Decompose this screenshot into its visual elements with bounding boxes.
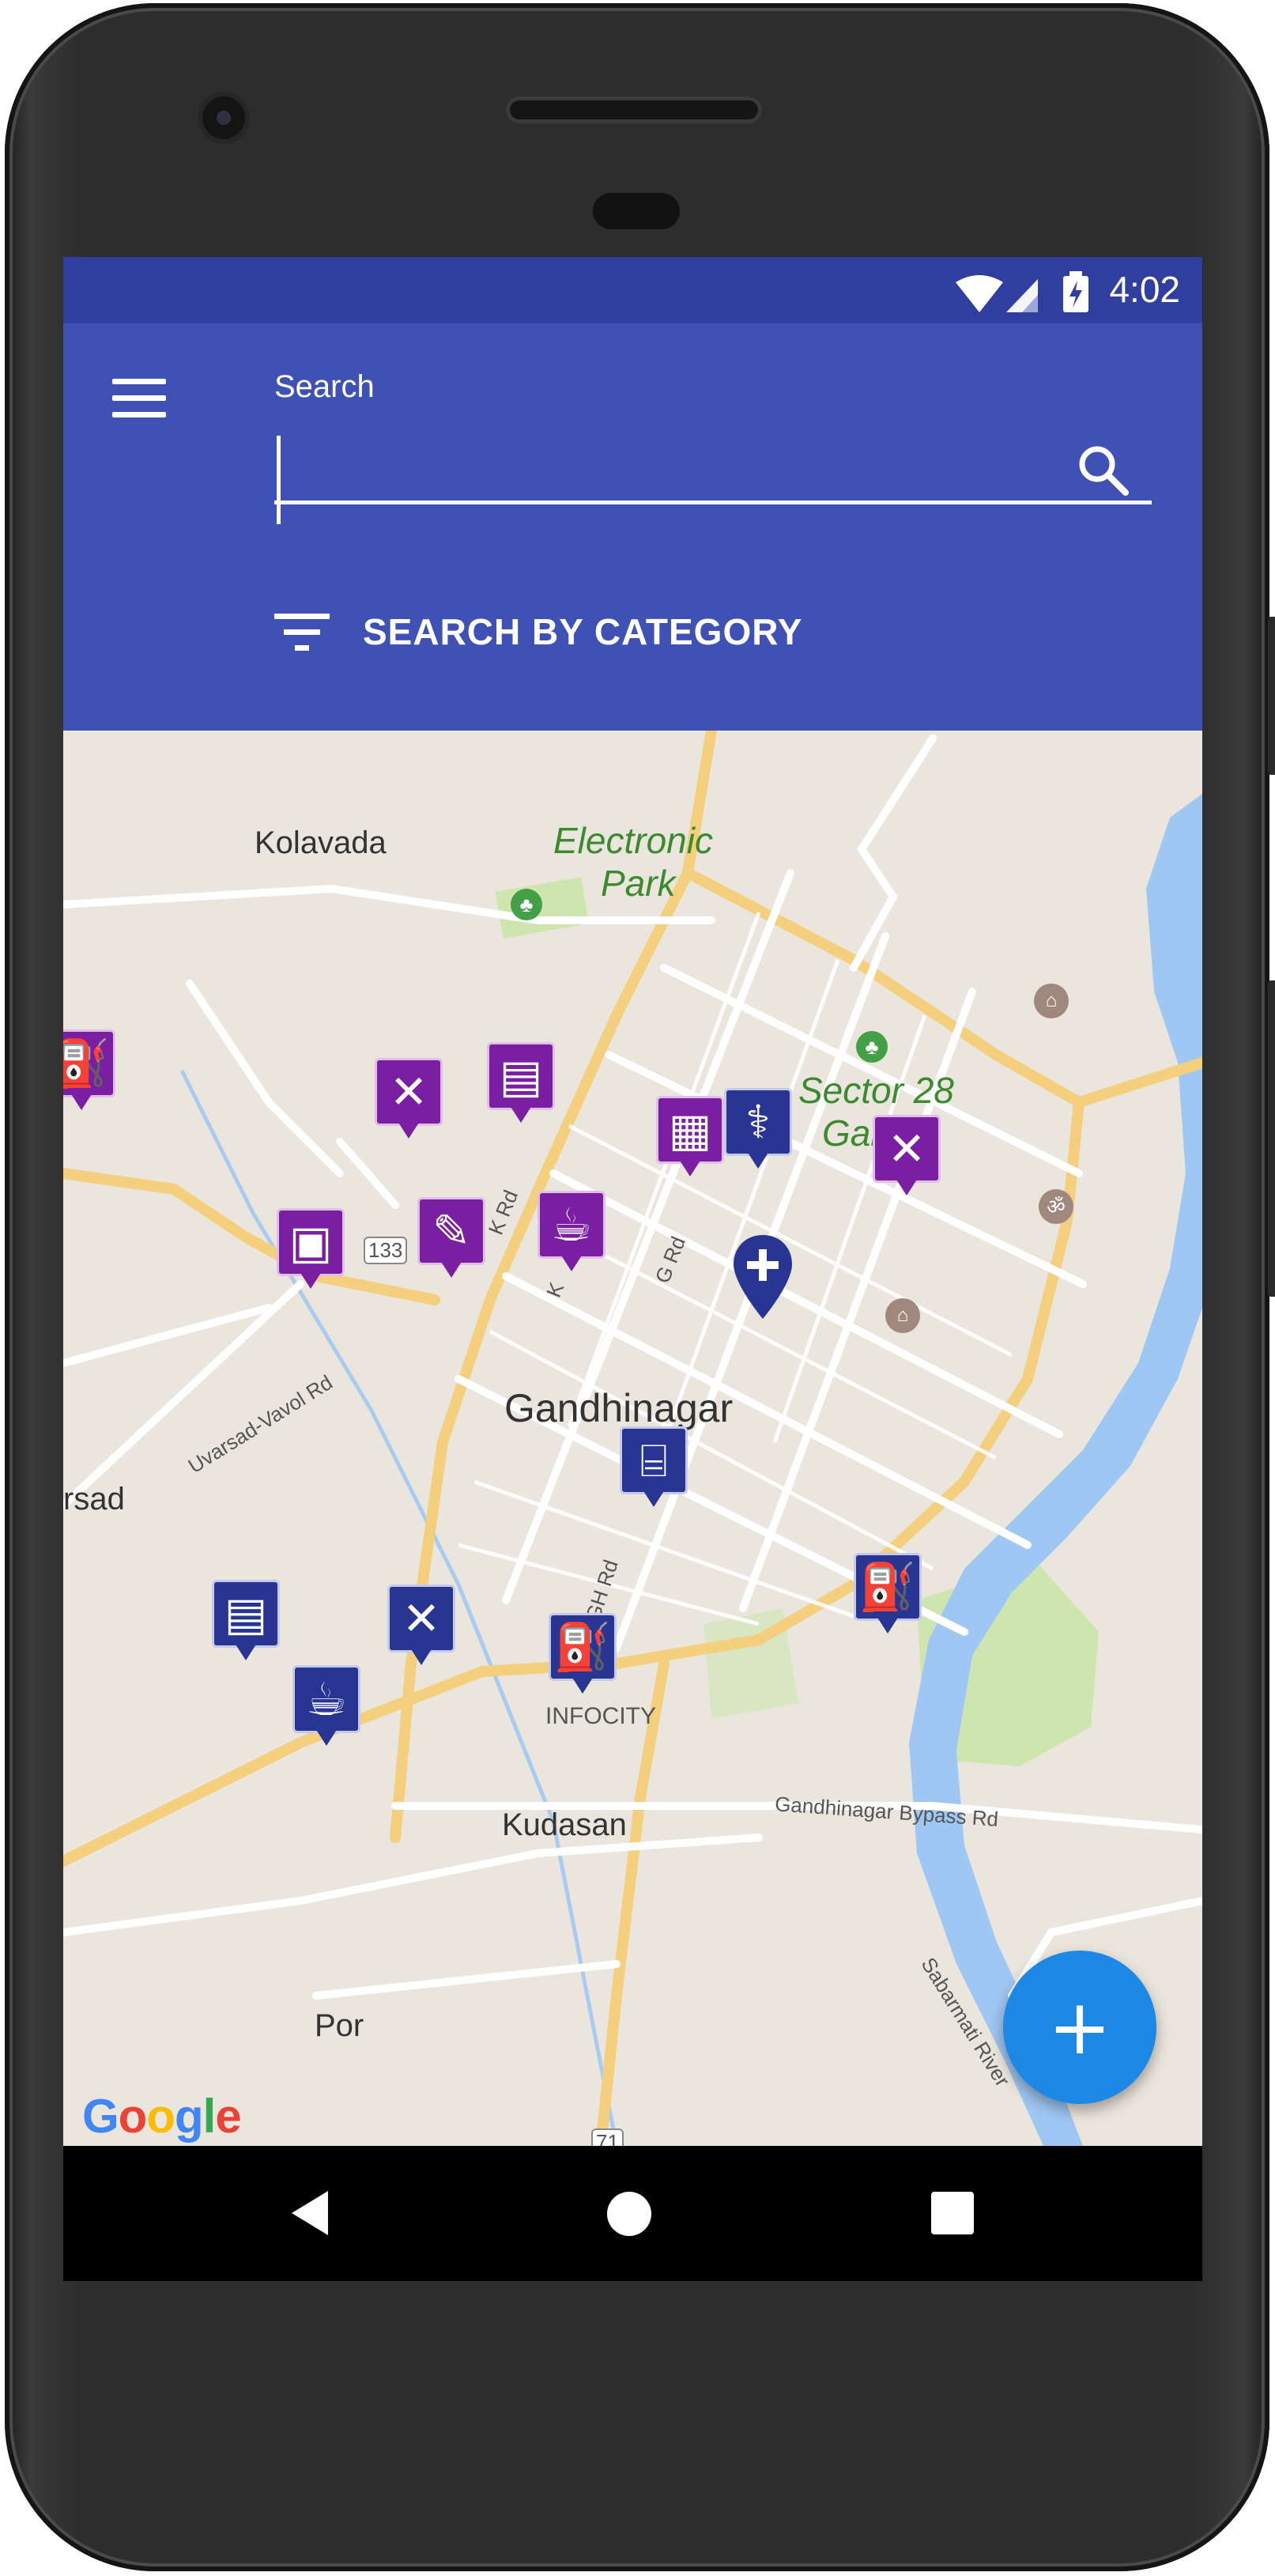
shopping-bag-icon: ▣ [289,1215,333,1269]
map-label-electronic-park-2: Park [601,863,676,904]
restaurant-icon: ✕ [402,1592,441,1645]
fuel-icon: ⛽ [858,1560,917,1614]
recents-icon[interactable] [931,2192,974,2234]
add-fab-button[interactable]: + [1003,1951,1156,2104]
home-icon[interactable] [607,2192,651,2236]
volume-button [1268,980,1275,1297]
bed-icon: ⌸ [639,1433,668,1487]
menu-icon [112,379,166,384]
cafe-marker[interactable]: ☕ [292,1665,360,1749]
status-bar: 4:02 [63,257,1202,323]
filter-icon [274,614,330,651]
landmark-poi-icon[interactable]: ⌂ [885,1298,920,1333]
fuel-icon: ⛽ [553,1620,612,1674]
fuel-marker[interactable]: ⛽ [854,1553,922,1637]
app-bar: Search SEARCH BY CATEGORY [63,323,1202,731]
map-label-por: Por [315,2008,364,2043]
category-button-label: SEARCH BY CATEGORY [363,611,803,652]
earpiece-speaker [506,96,762,123]
screen: 4:02 Search SEARCH BY CATEGORY Kolavada … [63,257,1202,2281]
restaurant-icon: ✕ [887,1122,926,1176]
fuel-icon: ⛽ [63,1037,111,1090]
landmark-poi-icon[interactable]: ⌂ [1034,984,1069,1018]
atm-marker[interactable]: ▦ [656,1096,724,1180]
cafe-marker[interactable]: ☕ [538,1191,605,1275]
menu-button[interactable] [112,379,168,426]
atm-icon: ▦ [668,1103,712,1157]
fuel-marker[interactable]: ⛽ [63,1029,115,1113]
map-label-rsad: rsad [63,1482,125,1517]
text-cursor [277,436,281,524]
coffee-icon: ☕ [551,1198,592,1252]
map-label-infocity: INFOCITY [545,1703,656,1729]
cinema-icon: ▤ [499,1049,543,1103]
map[interactable]: Kolavada Electronic Park Sector 28 Gar G… [63,731,1202,2156]
search-label: Search [274,369,375,404]
map-label-sector-28: Sector 28 [798,1070,954,1111]
add-icon: + [1047,1983,1112,2072]
power-button [1268,617,1275,775]
stationery-marker[interactable]: ✎ [417,1197,485,1281]
map-label-electronic-park: Electronic [553,820,713,861]
pencil-icon: ✎ [432,1204,471,1258]
map-label-gandhinagar: Gandhinagar [504,1386,734,1430]
front-camera [202,96,245,139]
map-label-kudasan: Kudasan [502,1807,627,1842]
route-shield-133: 133 [364,1237,408,1264]
location-pin-icon[interactable] [732,1233,794,1320]
coffee-icon: ☕ [306,1672,347,1726]
hospital-icon: ⚕ [745,1095,771,1149]
fuel-marker[interactable]: ⛽ [549,1613,617,1697]
proximity-sensor [593,193,680,229]
park-poi-icon[interactable]: ♣ [511,889,542,920]
restaurant-icon: ✕ [389,1065,428,1119]
temple-poi-icon[interactable]: ॐ [1039,1189,1073,1224]
back-icon[interactable] [289,2189,331,2237]
google-logo: Google [82,2090,242,2143]
map-label-kolavada: Kolavada [255,825,387,860]
battery-charging-icon [1063,271,1088,312]
hospital-marker[interactable]: ⚕ [724,1088,792,1172]
navigation-bar [63,2146,1202,2281]
hotel-marker[interactable]: ⌸ [620,1426,688,1510]
search-by-category-button[interactable]: SEARCH BY CATEGORY [274,600,802,663]
shopping-marker[interactable]: ▣ [277,1208,345,1292]
wifi-icon [955,275,1003,312]
restaurant-marker[interactable]: ✕ [387,1585,455,1668]
cinema-marker[interactable]: ▤ [487,1042,555,1126]
restaurant-marker[interactable]: ✕ [873,1115,941,1199]
restaurant-marker[interactable]: ✕ [375,1058,443,1142]
status-time: 4:02 [1109,269,1180,310]
search-icon[interactable] [1075,442,1132,499]
search-input[interactable] [274,429,1152,504]
status-icons [954,271,1092,318]
park-poi-icon[interactable]: ♣ [856,1031,888,1063]
cinema-marker[interactable]: ▤ [212,1580,280,1664]
cinema-icon: ▤ [224,1587,268,1641]
